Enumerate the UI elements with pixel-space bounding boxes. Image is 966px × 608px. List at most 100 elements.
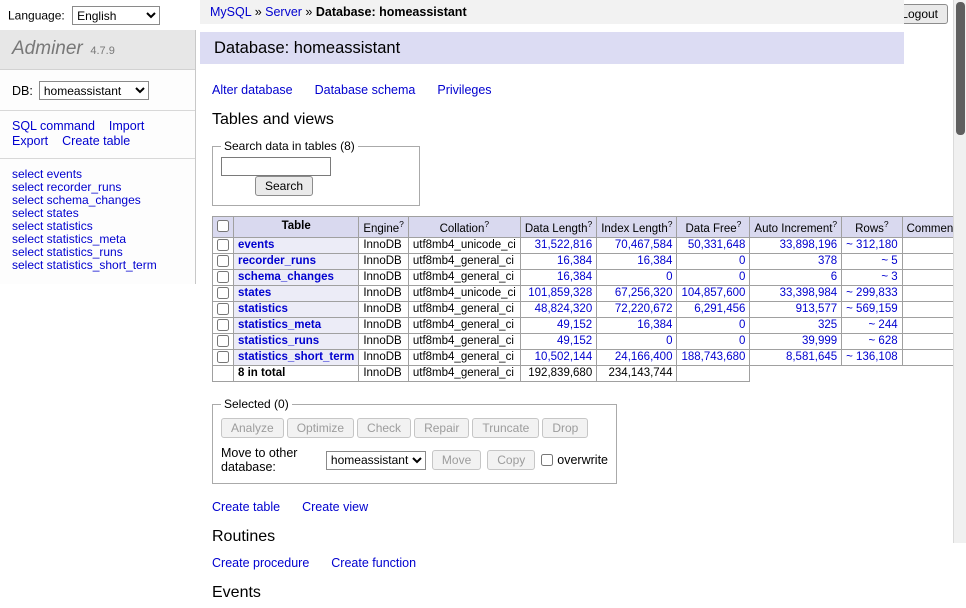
- cell-data-length: 10,502,144: [520, 350, 596, 366]
- sidebar-item-select-statistics-short-term[interactable]: select statistics_short_term: [12, 259, 183, 272]
- table-link-recorder-runs[interactable]: recorder_runs: [238, 255, 316, 267]
- cell-data-length-link[interactable]: 16,384: [557, 271, 592, 283]
- cell-index-length-link[interactable]: 70,467,584: [615, 239, 673, 251]
- cell-rows: ~ 628: [842, 334, 902, 350]
- cell-table-name: schema_changes: [234, 269, 359, 285]
- move-db-select[interactable]: homeassistant: [326, 451, 426, 470]
- cell-data-free-link[interactable]: 0: [739, 319, 745, 331]
- cell-index-length-link[interactable]: 72,220,672: [615, 303, 673, 315]
- column-header-collation: Collation?: [408, 217, 520, 238]
- sidebar-link-export[interactable]: Export: [12, 134, 48, 148]
- language-select[interactable]: English: [72, 6, 160, 25]
- cell-auto-increment-link[interactable]: 325: [818, 319, 837, 331]
- cell-data-free-link[interactable]: 6,291,456: [694, 303, 745, 315]
- sidebar-link-create-table[interactable]: Create table: [62, 134, 130, 148]
- table-link-statistics-short-term[interactable]: statistics_short_term: [238, 351, 354, 363]
- routines-link-create-procedure[interactable]: Create procedure: [212, 556, 309, 570]
- routines-link-create-function[interactable]: Create function: [331, 556, 416, 570]
- cell-data-length-link[interactable]: 101,859,328: [528, 287, 592, 299]
- cell-data-free: 104,857,600: [677, 285, 750, 301]
- cell-index-length-link[interactable]: 16,384: [637, 255, 672, 267]
- table-link-schema-changes[interactable]: schema_changes: [238, 271, 334, 283]
- table-link-statistics-runs[interactable]: statistics_runs: [238, 335, 319, 347]
- row-checkbox-recorder-runs[interactable]: [217, 255, 229, 267]
- cell-data-length-link[interactable]: 31,522,816: [535, 239, 593, 251]
- cell-data-length-link[interactable]: 16,384: [557, 255, 592, 267]
- link-create-view[interactable]: Create view: [302, 500, 368, 514]
- sidebar-link-sql-command[interactable]: SQL command: [12, 119, 95, 133]
- cell-rows-link[interactable]: ~ 569,159: [846, 303, 897, 315]
- cell-auto-increment-link[interactable]: 6: [831, 271, 837, 283]
- cell-rows-link[interactable]: ~ 3: [881, 271, 897, 283]
- row-checkbox-events[interactable]: [217, 239, 229, 251]
- cell-data-length-link[interactable]: 10,502,144: [535, 351, 593, 363]
- cell-index-length: 0: [597, 269, 677, 285]
- action-button-check[interactable]: Check: [357, 418, 411, 438]
- table-link-states[interactable]: states: [238, 287, 271, 299]
- row-checkbox-states[interactable]: [217, 287, 229, 299]
- total-index-length: 234,143,744: [597, 366, 677, 382]
- action-button-analyze[interactable]: Analyze: [221, 418, 284, 438]
- search-button[interactable]: Search: [255, 176, 313, 196]
- nav-link-alter-database[interactable]: Alter database: [212, 83, 293, 97]
- cell-data-free-link[interactable]: 104,857,600: [681, 287, 745, 299]
- cell-auto-increment-link[interactable]: 33,398,984: [780, 287, 838, 299]
- cell-index-length-link[interactable]: 67,256,320: [615, 287, 673, 299]
- language-label: Language:: [8, 9, 65, 23]
- cell-auto-increment-link[interactable]: 8,581,645: [786, 351, 837, 363]
- db-select[interactable]: homeassistant: [39, 81, 149, 100]
- select-all-checkbox[interactable]: [217, 220, 229, 232]
- cell-rows-link[interactable]: ~ 5: [881, 255, 897, 267]
- total-empty-cell: [213, 366, 234, 382]
- cell-rows-link[interactable]: ~ 244: [869, 319, 898, 331]
- row-checkbox-statistics-short-term[interactable]: [217, 351, 229, 363]
- scrollbar-thumb[interactable]: [956, 2, 965, 135]
- nav-link-privileges[interactable]: Privileges: [437, 83, 491, 97]
- table-link-events[interactable]: events: [238, 239, 274, 251]
- cell-data-free-link[interactable]: 0: [739, 335, 745, 347]
- breadcrumb-link-mysql[interactable]: MySQL: [210, 5, 251, 19]
- cell-data-length-link[interactable]: 49,152: [557, 335, 592, 347]
- cell-collation: utf8mb4_general_ci: [408, 269, 520, 285]
- cell-data-free-link[interactable]: 188,743,680: [681, 351, 745, 363]
- cell-data-free-link[interactable]: 0: [739, 255, 745, 267]
- section-title-tables: Tables and views: [212, 111, 904, 129]
- action-button-repair[interactable]: Repair: [414, 418, 469, 438]
- cell-data-length-link[interactable]: 48,824,320: [535, 303, 593, 315]
- scrollbar[interactable]: [953, 0, 966, 543]
- cell-index-length-link[interactable]: 0: [666, 271, 672, 283]
- action-button-drop[interactable]: Drop: [542, 418, 588, 438]
- breadcrumb-link-server[interactable]: Server: [265, 5, 302, 19]
- cell-auto-increment-link[interactable]: 913,577: [796, 303, 838, 315]
- cell-index-length-link[interactable]: 0: [666, 335, 672, 347]
- nav-link-database-schema[interactable]: Database schema: [315, 83, 416, 97]
- table-link-statistics-meta[interactable]: statistics_meta: [238, 319, 321, 331]
- sidebar-link-import[interactable]: Import: [109, 119, 144, 133]
- cell-index-length-link[interactable]: 16,384: [637, 319, 672, 331]
- cell-rows-link[interactable]: ~ 628: [869, 335, 898, 347]
- row-checkbox-statistics[interactable]: [217, 303, 229, 315]
- cell-data-free-link[interactable]: 0: [739, 271, 745, 283]
- cell-auto-increment-link[interactable]: 378: [818, 255, 837, 267]
- move-button[interactable]: Move: [432, 450, 481, 470]
- cell-rows-link[interactable]: ~ 136,108: [846, 351, 897, 363]
- copy-button[interactable]: Copy: [487, 450, 535, 470]
- overwrite-checkbox[interactable]: [541, 454, 553, 466]
- action-button-truncate[interactable]: Truncate: [472, 418, 539, 438]
- link-create-table[interactable]: Create table: [212, 500, 280, 514]
- cell-rows-link[interactable]: ~ 312,180: [846, 239, 897, 251]
- cell-index-length-link[interactable]: 24,166,400: [615, 351, 673, 363]
- row-checkbox-statistics-runs[interactable]: [217, 335, 229, 347]
- search-input[interactable]: [221, 157, 331, 176]
- table-link-statistics[interactable]: statistics: [238, 303, 288, 315]
- row-checkbox-statistics-meta[interactable]: [217, 319, 229, 331]
- cell-data-length-link[interactable]: 49,152: [557, 319, 592, 331]
- row-checkbox-schema-changes[interactable]: [217, 271, 229, 283]
- cell-collation: utf8mb4_general_ci: [408, 301, 520, 317]
- cell-engine: InnoDB: [359, 334, 409, 350]
- cell-data-free-link[interactable]: 50,331,648: [688, 239, 746, 251]
- cell-rows-link[interactable]: ~ 299,833: [846, 287, 897, 299]
- cell-auto-increment-link[interactable]: 33,898,196: [780, 239, 838, 251]
- cell-auto-increment-link[interactable]: 39,999: [802, 335, 837, 347]
- action-button-optimize[interactable]: Optimize: [287, 418, 354, 438]
